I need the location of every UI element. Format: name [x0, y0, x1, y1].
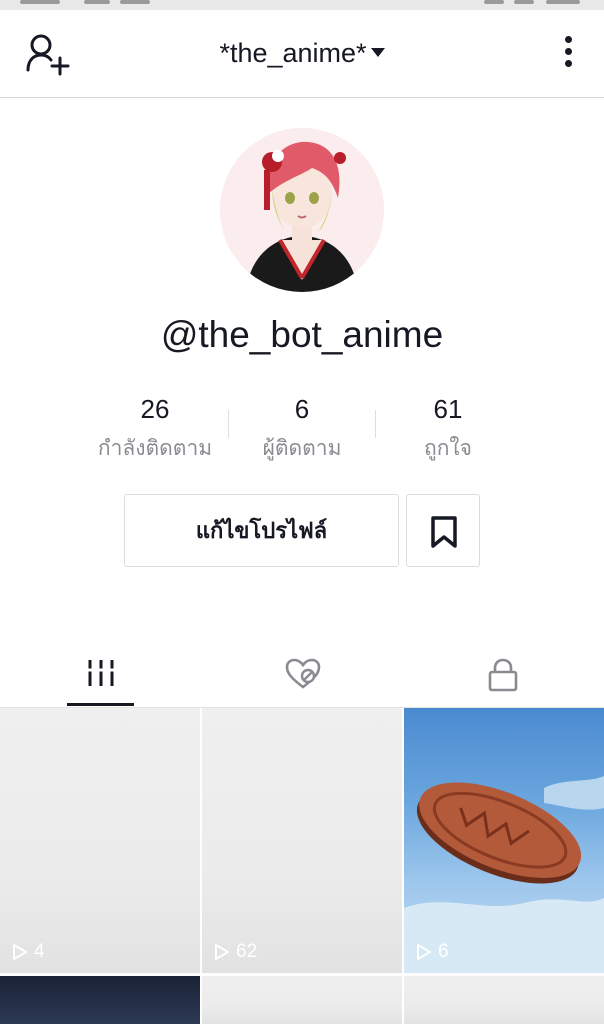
profile-header: *the_anime*: [0, 10, 604, 98]
profile-stats: 26 กำลังติดตาม 6 ผู้ติดตาม 61 ถูกใจ: [0, 392, 604, 466]
selected-tab-indicator: [67, 703, 134, 706]
play-count-value: 4: [34, 941, 45, 962]
following-label: กำลังติดตาม: [97, 437, 213, 460]
followers-count: 6: [294, 394, 310, 424]
likes-label: ถูกใจ: [424, 437, 472, 460]
video-thumbnail[interactable]: 62: [202, 708, 402, 973]
likes-count: 61: [433, 394, 463, 424]
battery-icon: [546, 0, 580, 4]
followers-label: ผู้ติดตาม: [262, 437, 342, 460]
tab-private[interactable]: [402, 640, 603, 707]
following-count: 26: [140, 394, 170, 424]
stat-likes[interactable]: 61 ถูกใจ: [373, 392, 523, 465]
play-count: 6: [416, 941, 449, 963]
video-grid: 4 62 6: [0, 708, 604, 1024]
play-icon: [215, 944, 229, 960]
play-count-value: 6: [438, 941, 449, 962]
wifi-icon: [514, 0, 534, 4]
play-icon: [417, 944, 431, 960]
stat-followers[interactable]: 6 ผู้ติดตาม: [227, 392, 377, 465]
content-tabs: [0, 640, 604, 708]
account-name: *the_anime*: [219, 38, 367, 68]
grid-icon: [88, 660, 114, 686]
play-count-value: 62: [236, 941, 258, 962]
status-bar: [0, 0, 604, 10]
video-thumbnail[interactable]: 6: [404, 708, 604, 973]
tab-videos[interactable]: [0, 640, 201, 707]
play-count: 62: [214, 941, 257, 963]
status-time: [20, 0, 60, 4]
play-count: 4: [12, 941, 45, 963]
stat-following[interactable]: 26 กำลังติดตาม: [80, 392, 230, 465]
bookmark-icon: [431, 516, 457, 548]
signal-icon: [84, 0, 110, 4]
alarm-icon: [484, 0, 504, 4]
username: @the_bot_anime: [160, 314, 444, 355]
account-switcher[interactable]: *the_anime*: [0, 38, 604, 69]
bookmarks-button[interactable]: [406, 494, 480, 567]
play-icon: [13, 944, 27, 960]
video-thumbnail[interactable]: 4: [0, 708, 200, 973]
video-thumbnail[interactable]: [404, 976, 604, 1024]
coin-thumbnail-image: [404, 776, 604, 973]
tab-liked[interactable]: [201, 640, 402, 707]
video-thumbnail[interactable]: [0, 976, 200, 1024]
liked-heart-icon: [285, 658, 321, 689]
signal-icon-2: [120, 0, 150, 4]
more-vertical-icon[interactable]: [560, 36, 576, 76]
avatar[interactable]: [220, 128, 384, 292]
video-thumbnail[interactable]: [202, 976, 402, 1024]
caret-down-icon: [370, 48, 385, 58]
lock-icon: [488, 658, 518, 692]
edit-profile-button[interactable]: แก้ไขโปรไฟล์: [124, 494, 399, 567]
